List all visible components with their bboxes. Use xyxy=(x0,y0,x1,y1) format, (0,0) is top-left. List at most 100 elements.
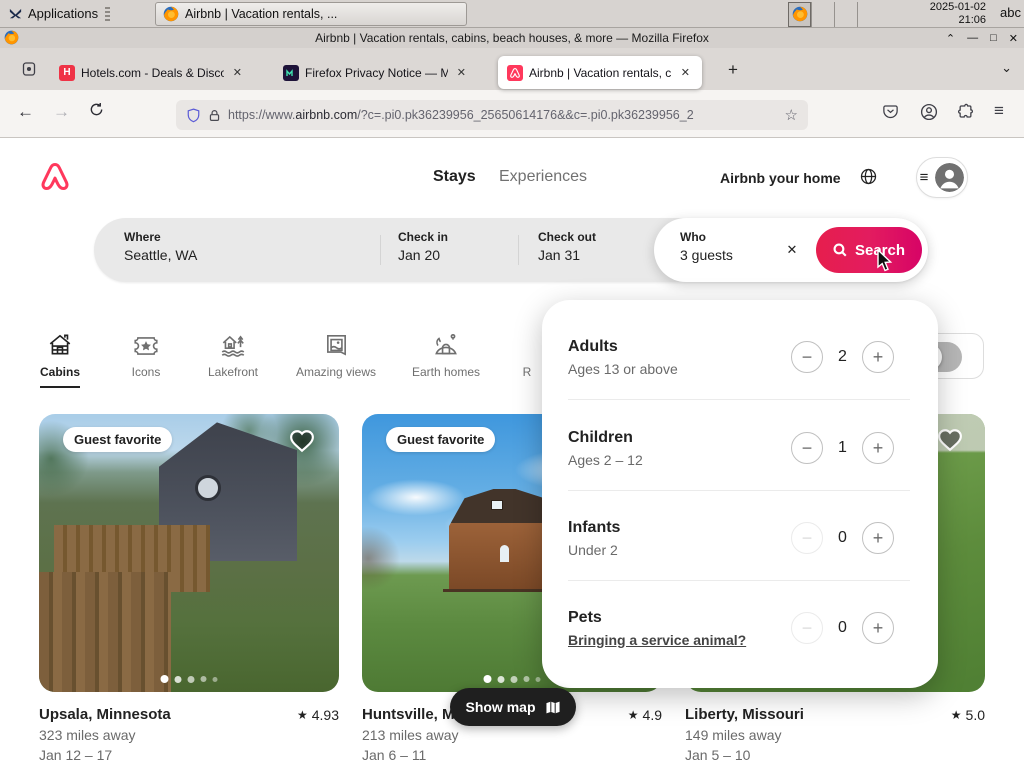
divider xyxy=(380,235,381,265)
nav-stays[interactable]: Stays xyxy=(433,168,476,186)
tab-privacy-notice[interactable]: Firefox Privacy Notice — M ✕ xyxy=(274,56,478,89)
children-decrement-button[interactable]: − xyxy=(791,432,823,464)
dot xyxy=(510,675,518,683)
dot xyxy=(535,676,541,682)
search-checkin-field[interactable]: Check in Jan 20 xyxy=(398,230,448,263)
search-checkout-field[interactable]: Check out Jan 31 xyxy=(538,230,596,263)
divider xyxy=(518,235,519,265)
children-increment-button[interactable]: + xyxy=(862,432,894,464)
close-tab-icon[interactable]: ✕ xyxy=(230,65,245,80)
category-lakefront[interactable]: Lakefront xyxy=(187,330,279,379)
bookmark-star-icon[interactable]: ☆ xyxy=(785,106,798,124)
pocket-button[interactable] xyxy=(882,103,899,125)
airbnb-logo[interactable] xyxy=(39,160,71,199)
infants-subtitle: Under 2 xyxy=(568,541,618,558)
category-icons[interactable]: Icons xyxy=(100,330,192,379)
category-amazing-views[interactable]: Amazing views xyxy=(290,330,382,379)
forward-button[interactable]: → xyxy=(53,102,70,122)
tab-strip: H Hotels.com - Deals & Disco ✕ Firefox P… xyxy=(0,48,1024,90)
pets-title: Pets xyxy=(568,608,602,626)
menu-icon: ≡ xyxy=(919,169,929,186)
listing-title: Liberty, Missouri xyxy=(685,706,804,723)
airbnb-favicon-icon xyxy=(507,64,523,81)
nav-experiences[interactable]: Experiences xyxy=(499,168,587,186)
service-animal-link[interactable]: Bringing a service animal? xyxy=(568,632,746,648)
infants-increment-button[interactable]: + xyxy=(862,522,894,554)
lock-icon[interactable] xyxy=(208,109,221,122)
children-count: 1 xyxy=(838,439,847,456)
carousel-dots[interactable] xyxy=(160,675,218,683)
airbnb-your-home-link[interactable]: Airbnb your home xyxy=(720,170,841,186)
dot xyxy=(187,675,195,683)
search-who-field[interactable]: Who 3 guests ✕ Search xyxy=(654,218,928,282)
close-tab-icon[interactable]: ✕ xyxy=(454,65,469,80)
listing-title: Upsala, Minnesota xyxy=(39,706,171,723)
cabin-icon xyxy=(49,334,71,355)
selected-category-underline xyxy=(40,386,80,388)
applications-menu-button[interactable]: Applications xyxy=(0,0,118,27)
listing-card-upsala[interactable]: Guest favorite Upsala, Minnesota ★ 4.93 3… xyxy=(39,414,339,763)
where-value: Seattle, WA xyxy=(124,247,198,263)
listing-photo[interactable]: Guest favorite xyxy=(39,414,339,692)
category-cabins[interactable]: Cabins xyxy=(14,330,106,379)
dot xyxy=(200,676,207,682)
shade-window-button[interactable]: ⌃ xyxy=(946,32,955,45)
star-icon: ★ xyxy=(950,707,962,722)
adults-count: 2 xyxy=(838,348,847,365)
search-button[interactable]: Search xyxy=(816,227,922,273)
list-all-tabs-button[interactable]: ⌄ xyxy=(1001,60,1012,76)
minimize-window-button[interactable]: — xyxy=(967,32,978,44)
workspace-1[interactable] xyxy=(788,1,811,27)
tab-airbnb-active[interactable]: Airbnb | Vacation rentals, c ✕ xyxy=(498,56,702,89)
infants-title: Infants xyxy=(568,518,621,536)
pets-increment-button[interactable]: + xyxy=(862,612,894,644)
carousel-dots[interactable] xyxy=(483,675,541,683)
taskbar-window-label: Airbnb | Vacation rentals, ... xyxy=(185,7,338,21)
tracking-shield-icon[interactable] xyxy=(186,107,201,123)
infants-decrement-button[interactable]: − xyxy=(791,522,823,554)
account-button[interactable] xyxy=(920,103,938,126)
who-text: Who 3 guests xyxy=(680,230,733,263)
url-bar[interactable]: https://www.airbnb.com/?c=.pi0.pk3623995… xyxy=(176,100,808,130)
search-where-field[interactable]: Where Seattle, WA xyxy=(124,230,197,263)
extensions-button[interactable] xyxy=(957,103,974,125)
screen: Applications Airbnb | Vacation rentals, … xyxy=(0,0,1024,768)
language-globe-button[interactable] xyxy=(860,168,877,190)
user-menu-button[interactable]: ≡ xyxy=(916,157,968,198)
show-map-button[interactable]: Show map xyxy=(450,688,576,726)
ticket-star-icon xyxy=(134,337,158,355)
tab-hotels[interactable]: H Hotels.com - Deals & Disco ✕ xyxy=(50,56,254,89)
taskbar-window-button[interactable]: Airbnb | Vacation rentals, ... xyxy=(155,2,467,26)
close-tab-icon[interactable]: ✕ xyxy=(678,65,693,80)
clear-guests-button[interactable]: ✕ xyxy=(778,236,806,264)
dot xyxy=(212,676,218,682)
firefox-view-button[interactable] xyxy=(18,59,40,79)
close-window-button[interactable]: ✕ xyxy=(1009,32,1018,45)
search-icon xyxy=(833,243,847,257)
back-button[interactable]: ← xyxy=(17,102,34,122)
workspace-3[interactable] xyxy=(834,1,857,27)
listing-dates: Jan 6 – 11 xyxy=(362,747,427,763)
search-bar: Where Seattle, WA Check in Jan 20 Check … xyxy=(94,218,928,282)
grip-handle-icon xyxy=(105,6,111,21)
adults-decrement-button[interactable]: − xyxy=(791,341,823,373)
keyboard-layout-indicator[interactable]: abc xyxy=(1000,5,1021,20)
workspace-2[interactable] xyxy=(811,1,834,27)
maximize-window-button[interactable]: □ xyxy=(990,32,997,44)
new-tab-button[interactable]: + xyxy=(728,60,738,80)
pets-decrement-button[interactable]: − xyxy=(791,612,823,644)
wishlist-heart-icon[interactable] xyxy=(937,428,963,457)
browser-menu-button[interactable]: ≡ xyxy=(994,101,1004,121)
children-title: Children xyxy=(568,428,633,446)
category-label: Icons xyxy=(131,365,161,379)
url-text: https://www.airbnb.com/?c=.pi0.pk3623995… xyxy=(228,108,694,122)
wishlist-heart-icon[interactable] xyxy=(289,429,315,458)
category-earth-homes[interactable]: Earth homes xyxy=(400,330,492,379)
workspace-4[interactable] xyxy=(857,1,880,27)
tab-label: Hotels.com - Deals & Disco xyxy=(81,65,224,80)
applications-label: Applications xyxy=(28,6,99,21)
reload-button[interactable] xyxy=(89,102,104,122)
adults-increment-button[interactable]: + xyxy=(862,341,894,373)
airbnb-page: Stays Experiences Airbnb your home ≡ Whe… xyxy=(0,139,1024,768)
dot xyxy=(174,675,182,683)
